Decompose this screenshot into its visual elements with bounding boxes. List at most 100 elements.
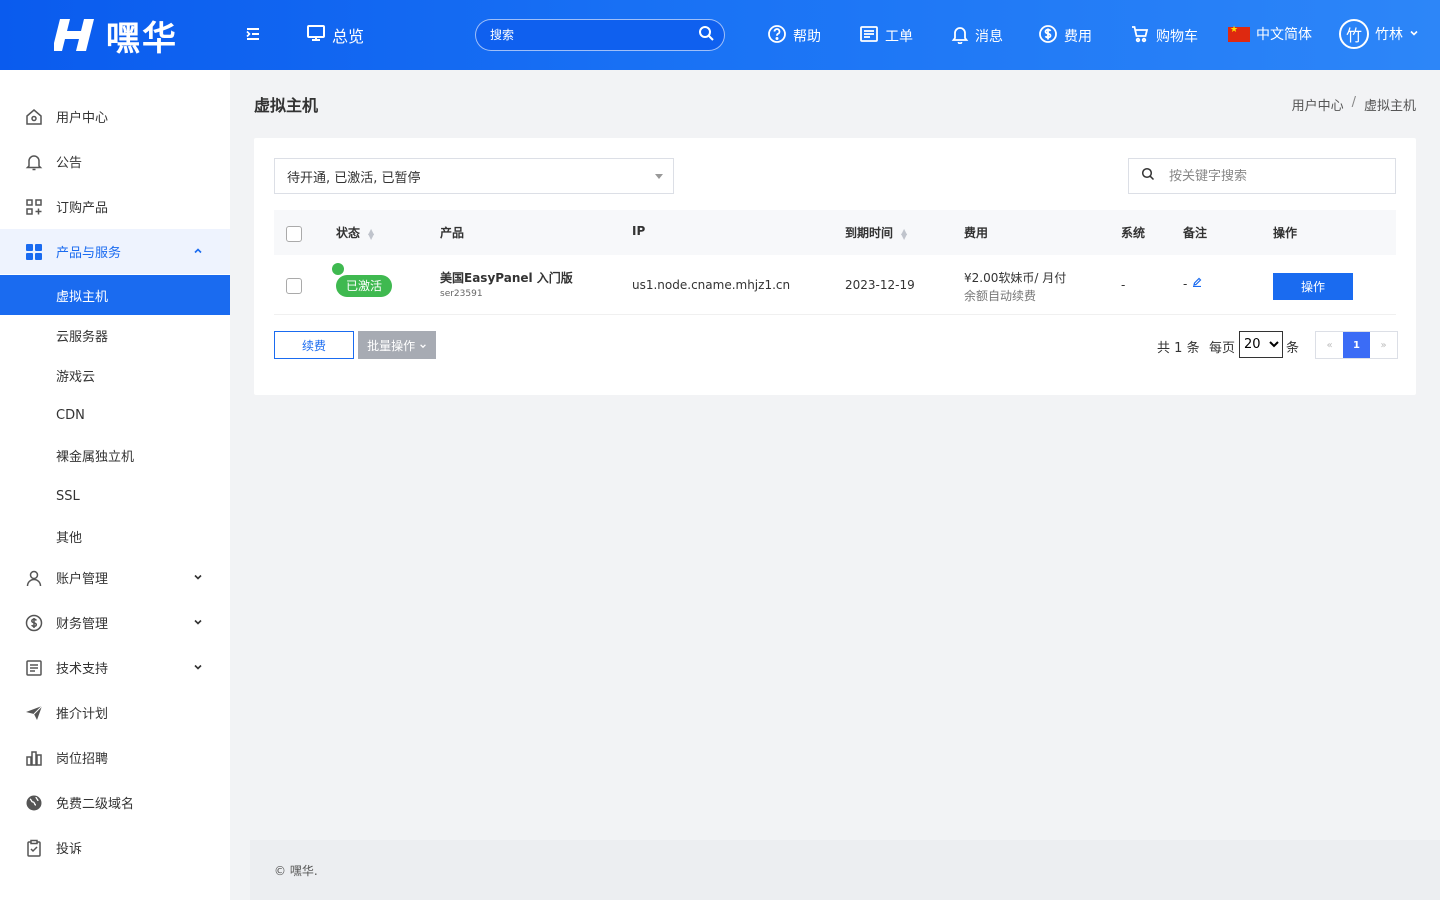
sidebar-item-products-services[interactable]: 产品与服务 (0, 229, 230, 274)
per-page-select[interactable]: 20 (1239, 331, 1283, 358)
logo-h-icon (54, 15, 100, 55)
nav-messages[interactable]: 消息 (951, 24, 1003, 48)
total-prefix: 共 (1157, 341, 1171, 356)
renew-button[interactable]: 续费 (274, 331, 354, 359)
nav-fees[interactable]: 费用 (1038, 24, 1092, 48)
sidebar-subitem-virtual-host[interactable]: 虚拟主机 (0, 275, 230, 315)
sidebar-item-label: 产品与服务 (56, 246, 122, 261)
column-header-action: 操作 (1273, 226, 1298, 240)
sidebar-subitem-other[interactable]: 其他 (0, 516, 230, 556)
total-count: 1 (1174, 341, 1183, 356)
sidebar-item-user-center[interactable]: 用户中心 (0, 94, 230, 139)
sidebar-item-jobs[interactable]: 岗位招聘 (0, 735, 230, 780)
status-dot (332, 263, 344, 275)
apps-icon (24, 242, 44, 262)
sidebar-item-complaint[interactable]: 投诉 (0, 825, 230, 870)
sidebar-item-finance[interactable]: 财务管理 (0, 600, 230, 645)
sidebar-subitem-bare-metal[interactable]: 裸金属独立机 (0, 435, 230, 475)
search-input[interactable] (490, 28, 698, 42)
ticket-label: 工单 (885, 29, 913, 45)
per-page-label: 每页 (1209, 341, 1236, 356)
breadcrumb-current: 虚拟主机 (1363, 99, 1416, 114)
page-button-current[interactable]: 1 (1343, 332, 1370, 358)
language-switcher[interactable]: 中文简体 (1228, 24, 1312, 44)
sidebar-item-order[interactable]: 订购产品 (0, 184, 230, 229)
sidebar-item-announcements[interactable]: 公告 (0, 139, 230, 184)
logo-text: 嘿华 (106, 18, 178, 59)
row-checkbox[interactable] (286, 278, 302, 294)
column-header-fee: 费用 (964, 226, 989, 240)
nav-overview[interactable]: 总览 (306, 23, 364, 47)
sidebar-subitem-game-cloud[interactable]: 游戏云 (0, 355, 230, 395)
column-header-status[interactable]: 状态 ▲ ▼ (336, 224, 374, 241)
language-label: 中文简体 (1256, 27, 1312, 43)
chevron-up-icon (192, 245, 204, 261)
sidebar-item-tech-support[interactable]: 技术支持 (0, 645, 230, 690)
sidebar-item-label: 财务管理 (56, 617, 109, 632)
table-row: 已激活 美国EasyPanel 入门版 ser23591 us1.node.cn… (274, 255, 1396, 315)
help-label: 帮助 (793, 29, 821, 45)
fee-note: 余额自动续费 (964, 289, 1037, 303)
sidebar-item-label: 推介计划 (56, 707, 109, 722)
search-icon[interactable] (698, 25, 714, 45)
column-header-product: 产品 (440, 226, 465, 240)
footer: © 嘿华. (250, 840, 1440, 900)
sidebar: 用户中心 公告 订购产品 产品与服务 虚拟主机 云服务器 游戏云 CDN 裸金属… (0, 70, 230, 900)
row-action-button[interactable]: 操作 (1273, 273, 1353, 300)
edit-remark-icon[interactable] (1192, 276, 1202, 290)
china-flag-icon (1228, 25, 1250, 42)
keyword-search (1128, 158, 1396, 194)
page-title: 虚拟主机 (254, 96, 319, 115)
user-menu[interactable]: 竹 竹林 (1339, 19, 1419, 49)
bell-icon (24, 152, 44, 172)
column-header-remark: 备注 (1183, 226, 1208, 240)
product-id: ser23591 (440, 289, 483, 299)
sort-icon: ▲ ▼ (368, 226, 375, 241)
avatar: 竹 (1339, 19, 1369, 49)
top-header: 嘿华 总览 帮助 (0, 0, 1440, 70)
column-header-expire[interactable]: 到期时间 ▲ ▼ (845, 224, 907, 241)
username-label: 竹林 (1375, 27, 1403, 43)
batch-actions-label: 批量操作 (367, 338, 416, 353)
keyword-search-input[interactable] (1169, 168, 1369, 184)
column-header-label: 到期时间 (845, 226, 894, 240)
nav-help[interactable]: 帮助 (767, 24, 821, 48)
total-suffix: 条 (1186, 341, 1200, 356)
sidebar-item-account[interactable]: 账户管理 (0, 555, 230, 600)
header-search (475, 19, 725, 51)
system-value: - (1121, 278, 1126, 292)
sidebar-item-free-domain[interactable]: 免费二级域名 (0, 780, 230, 825)
status-badge: 已激活 (336, 275, 393, 297)
caret-down-icon (655, 174, 663, 179)
logo[interactable]: 嘿华 (0, 0, 230, 70)
remark-value: - (1183, 277, 1188, 291)
next-page-button[interactable]: » (1370, 332, 1397, 358)
breadcrumb-home-link[interactable]: 用户中心 (1292, 95, 1344, 114)
nav-ticket[interactable]: 工单 (859, 24, 913, 48)
batch-actions-button[interactable]: 批量操作 (358, 331, 436, 359)
sidebar-item-label: 岗位招聘 (56, 752, 109, 767)
prev-page-button[interactable]: « (1316, 332, 1343, 358)
sidebar-subitem-cdn[interactable]: CDN (0, 395, 230, 435)
status-filter-select[interactable]: 待开通, 已激活, 已暂停 (274, 158, 674, 194)
product-list-card: 待开通, 已激活, 已暂停 状态 ▲▼ 产品 IP 到期时间 ▲▼ 费用 系统 备注… (254, 138, 1416, 395)
user-icon (24, 568, 44, 588)
product-name-link[interactable]: 美国EasyPanel 入门版 (440, 269, 573, 286)
cart-icon (1130, 24, 1150, 48)
sidebar-subitem-ssl[interactable]: SSL (0, 476, 230, 516)
breadcrumb-separator: / (1351, 95, 1356, 110)
messages-label: 消息 (975, 29, 1003, 45)
nav-cart[interactable]: 购物车 (1130, 24, 1198, 48)
fee-amount: ¥2.00软妹币/ 月付 (964, 271, 1067, 285)
expire-date: 2023-12-19 (845, 278, 915, 292)
search-icon (1141, 167, 1155, 185)
grid-plus-icon (24, 197, 44, 217)
sidebar-toggle-icon[interactable] (244, 25, 262, 43)
chevron-down-icon (1409, 26, 1419, 42)
sidebar-item-referral[interactable]: 推介计划 (0, 690, 230, 735)
sidebar-subitem-cloud-server[interactable]: 云服务器 (0, 315, 230, 355)
select-all-checkbox[interactable] (286, 226, 302, 242)
sidebar-item-label: 订购产品 (56, 201, 109, 216)
help-circle-icon (767, 24, 787, 48)
send-icon (24, 703, 44, 723)
